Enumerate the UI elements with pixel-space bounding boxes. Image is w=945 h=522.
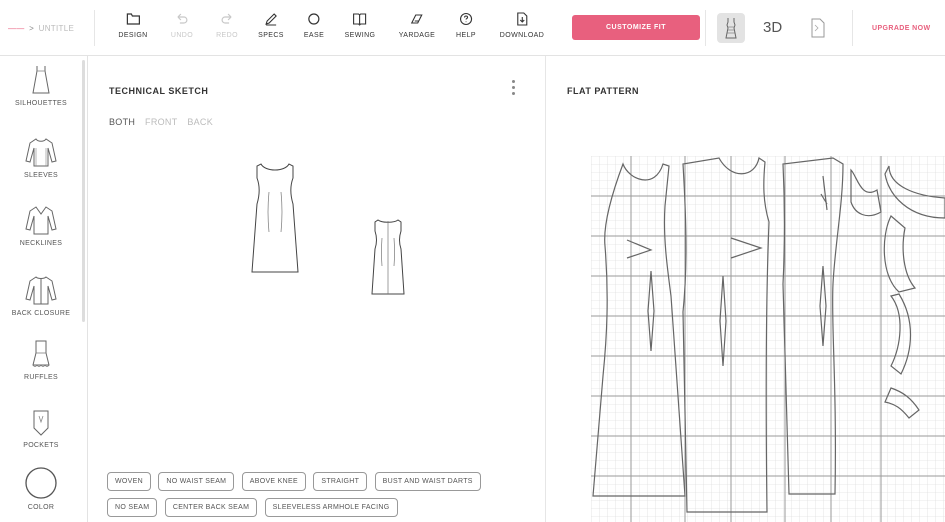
- redo-label: REDO: [216, 32, 238, 39]
- sidebar-item-silhouettes[interactable]: SILHOUETTES: [0, 64, 82, 107]
- panel-title: TECHNICAL SKETCH: [109, 86, 209, 96]
- divider: [705, 10, 706, 46]
- upgrade-link[interactable]: UPGRADE NOW: [872, 25, 930, 32]
- download-label: DOWNLOAD: [499, 32, 545, 39]
- divider: [852, 10, 853, 46]
- sidebar-item-label: NECKLINES: [19, 240, 63, 247]
- tag-chip[interactable]: ABOVE KNEE: [241, 472, 306, 491]
- sleeves-icon: [25, 138, 57, 167]
- sewing-button[interactable]: SEWING: [345, 8, 376, 39]
- dress-front-sketch[interactable]: [249, 162, 301, 274]
- flat-pattern-canvas[interactable]: [591, 156, 945, 522]
- design-tags: WOVEN NO WAIST SEAM ABOVE KNEE STRAIGHT …: [107, 470, 527, 522]
- sidebar-item-necklines[interactable]: NECKLINES: [0, 204, 82, 247]
- undo-icon: [171, 8, 193, 28]
- pocket-icon: [33, 410, 49, 436]
- panel-title: FLAT PATTERN: [567, 86, 639, 96]
- help-button[interactable]: HELP: [456, 8, 476, 39]
- ease-button[interactable]: EASE: [304, 8, 324, 39]
- sidebar-item-label: BACK CLOSURE: [11, 310, 71, 317]
- help-icon: [456, 8, 476, 28]
- pattern-view-button[interactable]: [804, 13, 832, 43]
- folder-icon: [118, 8, 147, 28]
- tag-chip[interactable]: WOVEN: [107, 472, 151, 491]
- redo-icon: [216, 8, 238, 28]
- view-selector: BOTH FRONT BACK: [109, 117, 220, 127]
- yardage-label: YARDAGE: [398, 32, 436, 39]
- sidebar-item-color[interactable]: COLOR: [0, 466, 82, 511]
- brand-logo[interactable]: ——: [8, 24, 25, 33]
- fabric-icon: [399, 8, 436, 28]
- view-tab-both[interactable]: BOTH: [109, 117, 135, 127]
- sidebar-item-label: POCKETS: [23, 442, 59, 449]
- redo-button[interactable]: REDO: [216, 8, 238, 39]
- sidebar-item-label: SILHOUETTES: [15, 100, 67, 107]
- dress-icon: [725, 18, 737, 39]
- sidebar-item-label: SLEEVES: [23, 172, 58, 179]
- sidebar-scrollbar[interactable]: [82, 60, 85, 322]
- flat-pattern-panel: FLAT PATTERN: [547, 56, 945, 522]
- sidebar-item-ruffles[interactable]: RUFFLES: [0, 338, 82, 381]
- yardage-button[interactable]: YARDAGE: [399, 8, 436, 39]
- pattern-piece-icon: [811, 18, 825, 38]
- customize-fit-button[interactable]: CUSTOMIZE FIT: [572, 15, 700, 40]
- sidebar-item-sleeves[interactable]: SLEEVES: [0, 136, 82, 179]
- tag-chip[interactable]: BUST AND WAIST DARTS: [374, 472, 481, 491]
- sewing-label: SEWING: [344, 32, 376, 39]
- undo-button[interactable]: UNDO: [171, 8, 193, 39]
- tag-chip[interactable]: STRAIGHT: [313, 472, 368, 491]
- divider: [94, 10, 95, 46]
- 3d-view-button[interactable]: 3D: [763, 19, 782, 36]
- specs-label: SPECS: [258, 32, 284, 39]
- sidebar-item-pockets[interactable]: POCKETS: [0, 408, 82, 449]
- breadcrumb: —— > UNTITLE: [8, 24, 74, 33]
- sidebar-item-label: RUFFLES: [24, 374, 58, 381]
- design-label: DESIGN: [118, 32, 148, 39]
- download-icon: [500, 8, 544, 28]
- breadcrumb-item[interactable]: UNTITLE: [39, 24, 74, 33]
- top-toolbar: —— > UNTITLE DESIGN UNDO REDO SPECS EASE…: [0, 0, 945, 56]
- undo-label: UNDO: [170, 32, 194, 39]
- back-closure-icon: [25, 276, 57, 305]
- help-label: HELP: [456, 32, 476, 39]
- more-options-icon[interactable]: [511, 80, 517, 98]
- download-button[interactable]: DOWNLOAD: [500, 8, 544, 39]
- silhouette-icon: [32, 66, 50, 94]
- technical-sketch-panel: TECHNICAL SKETCH BOTH FRONT BACK WOVEN N…: [89, 56, 546, 522]
- sidebar: SILHOUETTES SLEEVES NECKLINES BACK CLOSU…: [0, 56, 88, 522]
- book-icon: [345, 8, 376, 28]
- view-tab-back[interactable]: BACK: [187, 117, 213, 127]
- pencil-icon: [258, 8, 284, 28]
- specs-button[interactable]: SPECS: [258, 8, 284, 39]
- tag-chip[interactable]: CENTER BACK SEAM: [164, 498, 258, 517]
- tag-chip[interactable]: SLEEVELESS ARMHOLE FACING: [264, 498, 398, 517]
- design-button[interactable]: DESIGN: [118, 8, 147, 39]
- neckline-icon: [25, 206, 57, 235]
- ease-label: EASE: [303, 32, 325, 39]
- dress-view-button[interactable]: [717, 13, 745, 43]
- ruffles-icon: [32, 340, 50, 367]
- tag-chip[interactable]: NO SEAM: [107, 498, 158, 517]
- circle-icon: [304, 8, 324, 28]
- sidebar-item-back-closure[interactable]: BACK CLOSURE: [0, 274, 82, 317]
- view-tab-front[interactable]: FRONT: [145, 117, 178, 127]
- breadcrumb-separator: >: [29, 24, 35, 33]
- sidebar-item-label: COLOR: [27, 504, 55, 511]
- color-swatch-icon: [25, 467, 57, 499]
- tag-chip[interactable]: NO WAIST SEAM: [158, 472, 235, 491]
- dress-back-sketch[interactable]: [370, 218, 406, 296]
